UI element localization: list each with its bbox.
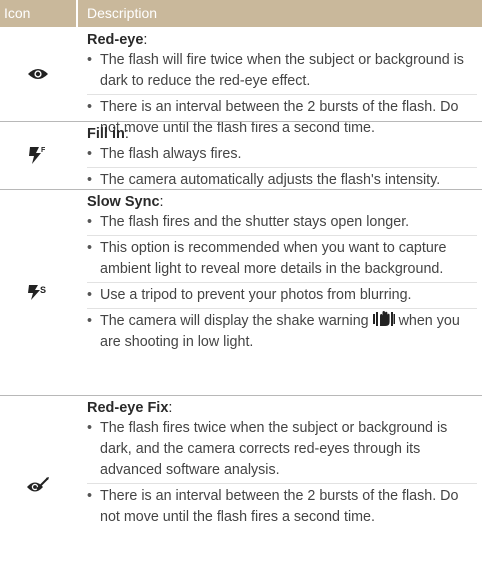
list-item: The flash fires and the shutter stays op… <box>87 212 477 233</box>
list-item: The flash will fire twice when the subje… <box>87 50 477 92</box>
icon-cell: F <box>0 122 76 188</box>
header-description-label: Description <box>87 5 158 21</box>
red-eye-icon <box>28 69 48 79</box>
list-item: The camera will display the shake warnin… <box>87 311 477 353</box>
list-item: Use a tripod to prevent your photos from… <box>87 285 477 306</box>
row-title: Slow Sync: <box>87 194 164 210</box>
red-eye-fix-icon <box>27 477 49 492</box>
row-title: Red-eye: <box>87 32 148 48</box>
list-item: The flash fires twice when the subject o… <box>87 418 477 481</box>
icon-cell <box>0 396 76 576</box>
header-divider <box>76 0 78 27</box>
slow-sync-flash-icon: S <box>28 285 46 300</box>
list-item: This option is recommended when you want… <box>87 238 477 280</box>
icon-cell: S <box>0 190 76 394</box>
icon-cell <box>0 28 76 120</box>
shake-warning-text: The camera will display the shake warnin… <box>100 313 369 329</box>
row-title: Fill in: <box>87 126 129 142</box>
table-header: Icon Description <box>0 0 482 27</box>
table-row-red-eye: Red-eye: The flash will fire twice when … <box>0 28 482 136</box>
header-icon-label: Icon <box>4 5 31 21</box>
row-description: Fill in: The flash always fires. The cam… <box>87 124 477 191</box>
svg-text:S: S <box>40 285 46 295</box>
table-row-fill-in: F Fill in: The flash always fires. The c… <box>0 122 482 191</box>
fill-in-flash-icon: F <box>29 147 46 164</box>
row-description: Red-eye Fix: The flash fires twice when … <box>87 398 477 528</box>
list-item: There is an interval between the 2 burst… <box>87 486 477 528</box>
table-row-red-eye-fix: Red-eye Fix: The flash fires twice when … <box>0 396 482 576</box>
row-description: Slow Sync: The flash fires and the shutt… <box>87 192 477 353</box>
shake-warning-icon <box>372 311 395 326</box>
svg-text:F: F <box>41 147 46 154</box>
list-item: The camera automatically adjusts the fla… <box>87 170 477 191</box>
list-item: The flash always fires. <box>87 144 477 165</box>
table-row-slow-sync: S Slow Sync: The flash fires and the shu… <box>0 190 482 394</box>
row-title: Red-eye Fix: <box>87 400 173 416</box>
